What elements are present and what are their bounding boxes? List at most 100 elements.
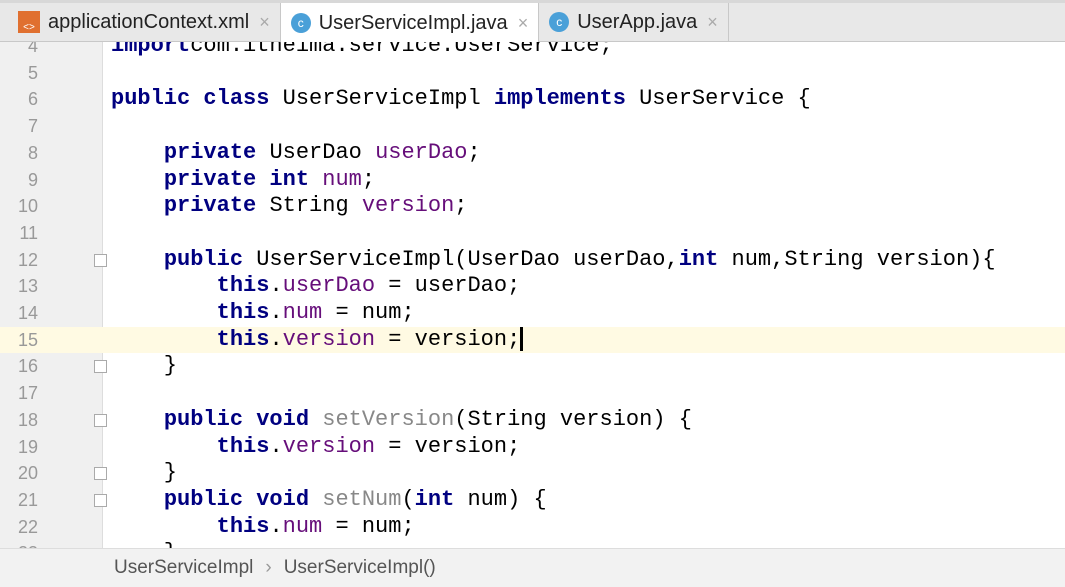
line-number: 4	[27, 42, 38, 56]
line-number: 9	[27, 169, 38, 190]
fold-marker-icon[interactable]	[94, 493, 107, 507]
code-token: UserServiceImpl(UserDao userDao,	[256, 246, 679, 272]
code-editor[interactable]: 4 importcom.itheima.service.UserService; 5…	[0, 42, 1065, 548]
line-number: 6	[27, 89, 38, 110]
code-token: version	[282, 433, 376, 459]
close-tab-icon[interactable]: ×	[518, 13, 529, 34]
code-token: private	[163, 193, 270, 219]
java-class-icon: c	[290, 13, 311, 33]
code-token: num,String version){	[731, 246, 996, 272]
code-token: }	[111, 353, 178, 379]
code-token: ;	[361, 166, 376, 192]
line-number: 20	[17, 463, 38, 484]
chevron-right-icon: ›	[265, 557, 272, 578]
code-token: this	[216, 273, 270, 299]
code-token: UserServiceImpl	[282, 86, 494, 112]
code-text: this.version = version;	[111, 433, 521, 461]
code-text: this.userDao = userDao;	[111, 273, 521, 300]
line-number: 21	[17, 489, 38, 510]
code-token: ;	[467, 139, 481, 165]
breadcrumb-method[interactable]: UserServiceImpl()	[284, 557, 436, 579]
fold-marker-icon[interactable]	[94, 413, 107, 427]
line-number: 11	[19, 222, 38, 243]
code-line: 8 private UserDao userDao;	[0, 140, 1065, 167]
xml-file-icon: <>	[18, 11, 40, 33]
line-number: 13	[17, 276, 38, 297]
code-token: public class	[111, 86, 283, 112]
code-line: 21 public void setNum(int num) {	[0, 487, 1065, 514]
code-line: 17	[0, 380, 1065, 407]
code-line: 13 this.userDao = userDao;	[0, 273, 1065, 300]
code-token: .	[269, 433, 283, 459]
breadcrumb-class[interactable]: UserServiceImpl	[114, 557, 253, 579]
code-text: private int num;	[111, 167, 375, 194]
fold-marker-icon[interactable]	[94, 360, 107, 374]
code-line: 20 }	[0, 460, 1065, 487]
code-token: int	[414, 486, 468, 512]
line-number: 22	[17, 516, 38, 537]
code-text: }	[111, 540, 177, 548]
tab-label: UserServiceImpl.java	[318, 11, 508, 34]
code-line: 23 }	[0, 540, 1065, 548]
code-token: num	[282, 300, 323, 325]
code-token: = num;	[322, 300, 415, 325]
code-token: = userDao;	[375, 273, 521, 299]
line-number: 17	[17, 383, 38, 404]
code-token: public	[163, 246, 257, 272]
code-text: private String version;	[111, 193, 468, 220]
code-token: setVersion	[322, 406, 455, 432]
code-line: 22 this.num = num;	[0, 514, 1065, 541]
code-line: 14 this.num = num;	[0, 300, 1065, 327]
code-token: num) {	[467, 486, 547, 512]
code-text: private UserDao userDao;	[111, 140, 481, 167]
code-text: importcom.itheima.service.UserService;	[111, 42, 613, 60]
code-line: 16 }	[0, 353, 1065, 380]
code-token: UserDao	[269, 139, 376, 165]
code-text: }	[111, 460, 177, 487]
code-token: userDao	[282, 273, 376, 299]
text-caret	[520, 326, 524, 351]
code-line: 12 public UserServiceImpl(UserDao userDa…	[0, 247, 1065, 274]
line-number: 15	[17, 329, 38, 350]
code-text: public class UserServiceImpl implements …	[111, 86, 811, 113]
code-token: UserService {	[639, 86, 811, 112]
tab-label: UserApp.java	[577, 10, 698, 33]
fold-marker-icon[interactable]	[94, 467, 107, 481]
code-text: public void setVersion(String version) {	[111, 407, 692, 434]
code-token: this	[216, 513, 270, 539]
tab-userserviceimpl-java[interactable]: c UserServiceImpl.java ×	[280, 3, 540, 43]
code-text: this.num = num;	[111, 300, 415, 327]
tab-applicationcontext-xml[interactable]: <> applicationContext.xml ×	[8, 3, 281, 41]
code-line: 10 private String version;	[0, 193, 1065, 220]
line-number: 14	[17, 303, 38, 323]
code-token: setNum	[322, 486, 402, 512]
fold-marker-icon[interactable]	[94, 253, 107, 267]
code-token: private	[163, 139, 270, 165]
code-line: 18 public void setVersion(String version…	[0, 407, 1065, 434]
line-number: 8	[27, 142, 38, 163]
code-token: this	[216, 433, 270, 459]
code-token: = num;	[322, 513, 415, 539]
code-token: int	[678, 246, 732, 272]
breadcrumb: UserServiceImpl › UserServiceImpl()	[0, 548, 1065, 587]
code-line: 19 this.version = version;	[0, 434, 1065, 461]
close-tab-icon[interactable]: ×	[259, 12, 270, 33]
code-token: version	[361, 193, 455, 219]
line-number: 16	[17, 356, 38, 377]
code-token: .	[269, 513, 283, 539]
code-line: 5	[0, 60, 1065, 87]
code-text: public void setNum(int num) {	[111, 487, 547, 514]
code-line: 4 importcom.itheima.service.UserService;	[0, 42, 1065, 60]
close-tab-icon[interactable]: ×	[707, 12, 718, 33]
code-text: }	[111, 353, 177, 380]
tab-userapp-java[interactable]: c UserApp.java ×	[539, 3, 729, 41]
code-token: = version;	[375, 326, 521, 352]
